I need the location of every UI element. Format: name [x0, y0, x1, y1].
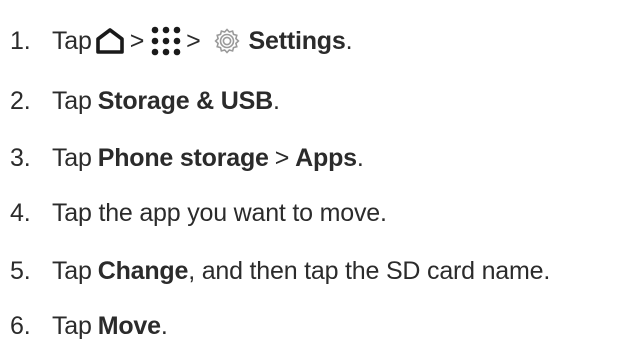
- settings-gear-icon: [213, 27, 241, 55]
- step-number: 4.: [10, 198, 31, 227]
- step-number: 6.: [10, 311, 31, 340]
- change-label: Change: [97, 256, 189, 285]
- step-text: Tap the app you want to move.: [52, 198, 387, 227]
- step-3: 3. Tap Phone storage > Apps .: [10, 138, 364, 178]
- separator: >: [129, 26, 145, 55]
- phone-storage-label: Phone storage: [97, 143, 269, 172]
- step-number: 3.: [10, 143, 31, 172]
- step-4: 4. Tap the app you want to move.: [10, 193, 387, 233]
- step-text: Tap: [52, 143, 92, 172]
- period: .: [160, 311, 168, 340]
- settings-label: Settings: [248, 26, 346, 55]
- period: .: [356, 143, 364, 172]
- apps-label: Apps: [295, 143, 357, 172]
- step-number: 5.: [10, 256, 31, 285]
- step-text: Tap: [52, 26, 92, 55]
- apps-icon: [151, 26, 181, 56]
- step-text: Tap: [52, 256, 92, 285]
- home-icon: [95, 28, 125, 54]
- step-text: Tap: [52, 311, 92, 340]
- storage-usb-label: Storage & USB: [97, 86, 273, 115]
- separator: >: [186, 26, 201, 55]
- step-text-rest: , and then tap the SD card name.: [188, 256, 551, 285]
- step-number: 2.: [10, 86, 31, 115]
- move-label: Move: [97, 311, 161, 340]
- instruction-steps: 1. Tap > > Settings . 2. Tap Storage & U…: [0, 0, 633, 354]
- separator: >: [274, 143, 290, 172]
- step-number: 1.: [10, 26, 31, 55]
- step-1: 1. Tap > > Settings .: [10, 21, 353, 61]
- period: .: [272, 86, 280, 115]
- step-6: 6. Tap Move .: [10, 306, 168, 346]
- period: .: [345, 26, 353, 55]
- step-5: 5. Tap Change , and then tap the SD card…: [10, 251, 550, 291]
- step-text: Tap: [52, 86, 92, 115]
- step-2: 2. Tap Storage & USB .: [10, 81, 280, 121]
